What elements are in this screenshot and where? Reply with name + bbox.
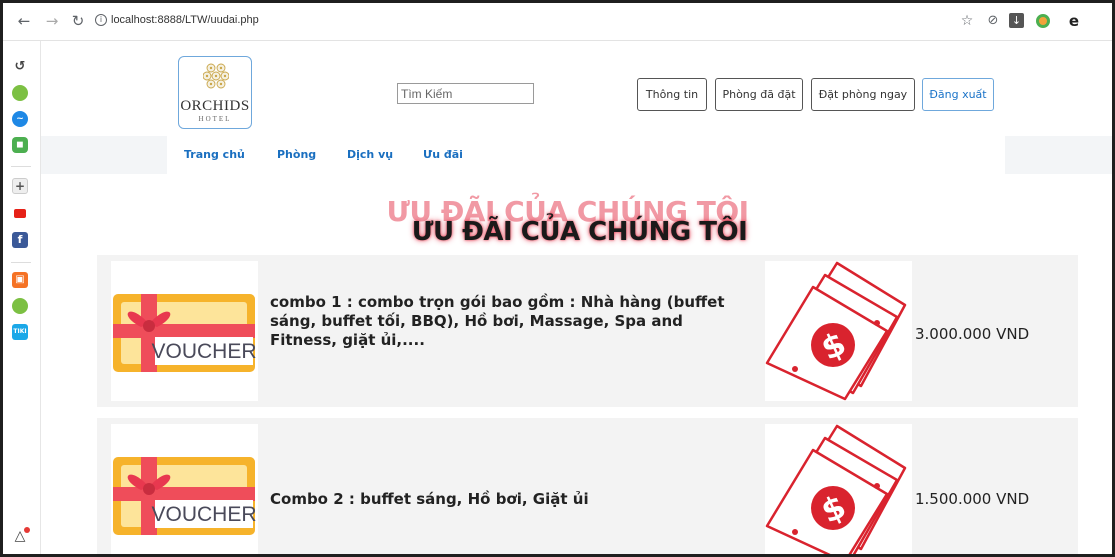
money-icon: $ — [765, 424, 907, 554]
voucher-label: VOUCHER — [151, 503, 256, 526]
orchid-logo-icon — [203, 63, 229, 89]
voucher-icon: VOUCHER — [113, 294, 257, 372]
shop-icon[interactable]: ▣ — [12, 272, 28, 288]
tiki-icon[interactable]: TIKI — [12, 324, 28, 340]
offer-price: 1.500.000 VND — [915, 490, 1030, 508]
page-title: ƯU ĐÃI CỦA CHÚNG TÔI — [411, 217, 748, 247]
offer-price: 3.000.000 VND — [915, 325, 1030, 343]
booked-rooms-button[interactable]: Phòng đã đặt — [715, 78, 803, 111]
add-icon[interactable]: + — [12, 178, 28, 194]
shield-icon[interactable]: ⊘ — [984, 12, 1002, 30]
history-icon[interactable]: ↺ — [12, 59, 28, 75]
money-icon: $ — [765, 261, 907, 401]
star-icon[interactable]: ☆ — [958, 12, 976, 30]
page-heading: ƯU ĐÃI CỦA CHÚNG TÔI ƯU ĐÃI CỦA CHÚNG TÔ… — [41, 195, 1112, 249]
arrow-left-icon[interactable]: ← — [15, 12, 33, 30]
nav-inner: Trang chủ Phòng Dịch vụ Ưu đãi — [167, 136, 1005, 174]
offer-description: Combo 2 : buffet sáng, Hồ bơi, Giặt ủi — [270, 490, 589, 508]
nav-rooms[interactable]: Phòng — [277, 148, 316, 161]
voucher-image: VOUCHER — [111, 261, 258, 401]
nav-home[interactable]: Trang chủ — [184, 148, 245, 161]
search-input[interactable] — [397, 83, 534, 104]
logout-button[interactable]: Đăng xuất — [922, 78, 994, 111]
money-image: $ — [765, 424, 912, 554]
nav-offers[interactable]: Ưu đãi — [423, 148, 463, 161]
messenger-icon[interactable]: ~ — [12, 111, 28, 127]
arrow-right-icon[interactable]: → — [43, 12, 61, 30]
youtube-icon[interactable] — [12, 206, 28, 222]
money-image: $ — [765, 261, 912, 401]
site-info-icon[interactable]: i — [95, 14, 107, 26]
extension-icon[interactable] — [1036, 14, 1050, 28]
offer-card: VOUCHER combo 1 : combo trọn gói bao gồm… — [97, 255, 1078, 407]
download-icon[interactable]: ↓ — [1009, 13, 1024, 28]
browser-sidebar: ↺ ~ ◼ + f ▣ TIKI △ — [3, 41, 41, 554]
offer-card: VOUCHER Combo 2 : buffet sáng, Hồ bơi, G… — [97, 418, 1078, 554]
green-app-2-icon[interactable] — [12, 298, 28, 314]
reload-icon[interactable]: ↻ — [69, 12, 87, 30]
browser-toolbar: ← → ↻ i localhost:8888/LTW/uudai.php ☆ ⊘… — [3, 3, 1112, 41]
game-icon[interactable]: ◼ — [12, 137, 28, 153]
page-content: ORCHIDS HOTEL Thông tin Phòng đã đặt Đặt… — [41, 41, 1112, 554]
profile-icon[interactable]: e — [1065, 12, 1083, 30]
voucher-icon: VOUCHER — [113, 457, 257, 535]
voucher-image: VOUCHER — [111, 424, 258, 554]
voucher-label: VOUCHER — [151, 340, 256, 363]
hotel-logo[interactable]: ORCHIDS HOTEL — [178, 56, 252, 129]
logo-subtext: HOTEL — [198, 115, 232, 123]
nav-services[interactable]: Dịch vụ — [347, 148, 393, 161]
main-nav: Trang chủ Phòng Dịch vụ Ưu đãi — [41, 136, 1112, 174]
bell-icon[interactable]: △ — [12, 527, 30, 544]
address-bar[interactable]: localhost:8888/LTW/uudai.php — [111, 14, 259, 26]
browser-window: ← → ↻ i localhost:8888/LTW/uudai.php ☆ ⊘… — [0, 0, 1115, 557]
offer-description: combo 1 : combo trọn gói bao gồm : Nhà h… — [270, 293, 725, 349]
info-button[interactable]: Thông tin — [637, 78, 707, 111]
green-app-icon[interactable] — [12, 85, 28, 101]
book-now-button[interactable]: Đặt phòng ngay — [811, 78, 915, 111]
logo-text: ORCHIDS — [180, 98, 250, 114]
facebook-icon[interactable]: f — [12, 232, 28, 248]
